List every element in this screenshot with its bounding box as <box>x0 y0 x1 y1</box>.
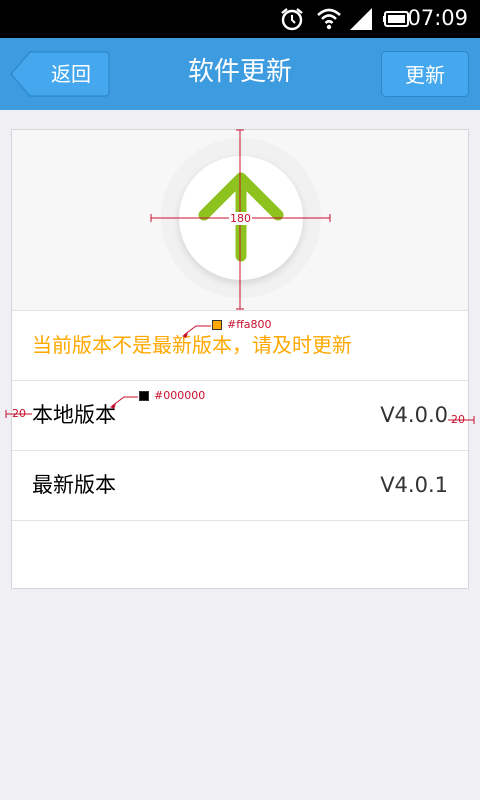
page-title: 软件更新 <box>187 57 292 87</box>
text-color-swatch <box>139 391 149 401</box>
status-time: 07:09 <box>407 6 468 30</box>
text-color-annotation: #000000 <box>154 389 206 402</box>
local-version-label: 本地版本 <box>32 403 116 427</box>
status-bar: 07:09 <box>0 0 480 38</box>
version-row-local: 本地版本 V4.0.0 <box>12 381 468 451</box>
latest-version-label: 最新版本 <box>32 473 116 497</box>
signal-icon <box>350 8 372 30</box>
right-padding-annotation: 20 <box>451 413 465 426</box>
nav-bar: 返回 软件更新 更新 <box>0 38 480 110</box>
update-button[interactable]: 更新 <box>381 51 469 97</box>
update-notice-text: 当前版本不是最新版本，请及时更新 <box>32 333 352 357</box>
back-label: 返回 <box>51 62 91 86</box>
update-card: 当前版本不是最新版本，请及时更新 本地版本 V4.0.0 最新版本 V4.0.1 <box>11 129 469 589</box>
latest-version-value: V4.0.1 <box>380 473 448 497</box>
left-padding-annotation: 20 <box>12 407 26 420</box>
alarm-icon <box>281 8 303 31</box>
hero-size-annotation: 180 <box>229 212 252 225</box>
local-version-value: V4.0.0 <box>380 403 448 427</box>
wifi-icon <box>317 8 341 30</box>
notice-color-annotation: #ffa800 <box>227 318 272 331</box>
back-button[interactable]: 返回 <box>10 51 110 97</box>
notice-color-swatch <box>212 320 222 330</box>
version-row-latest: 最新版本 V4.0.1 <box>12 451 468 521</box>
